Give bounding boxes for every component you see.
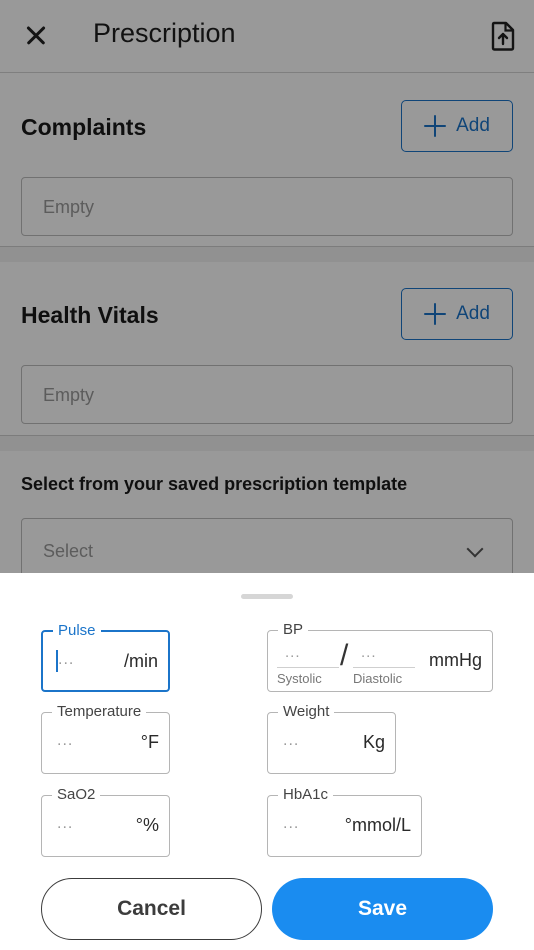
weight-unit: Kg xyxy=(362,732,385,752)
pulse-label: Pulse xyxy=(53,621,101,641)
hba1c-label: HbA1c xyxy=(278,785,334,805)
temperature-unit: °F xyxy=(140,732,159,752)
save-button[interactable]: Save xyxy=(272,878,493,940)
hba1c-unit: °mmol/L xyxy=(344,815,411,835)
bp-separator: / xyxy=(340,639,349,672)
sao2-input[interactable]: ... xyxy=(57,815,73,833)
systolic-placeholder: ... xyxy=(285,644,301,661)
weight-label: Weight xyxy=(278,702,335,722)
pulse-input[interactable]: ... xyxy=(58,651,74,669)
cancel-button[interactable]: Cancel xyxy=(41,878,262,940)
weight-field[interactable]: Weight ... Kg xyxy=(267,702,396,774)
temperature-input[interactable]: ... xyxy=(57,732,73,750)
diastolic-label: Diastolic xyxy=(353,671,403,686)
pulse-field[interactable]: Pulse ... /min xyxy=(41,621,170,692)
temperature-label: Temperature xyxy=(52,702,147,722)
bp-field[interactable]: BP ... Systolic / ... Diastolic mmHg xyxy=(267,620,493,692)
systolic-label: Systolic xyxy=(277,671,322,686)
hba1c-input[interactable]: ... xyxy=(283,815,299,833)
pulse-unit: /min xyxy=(123,651,158,671)
temperature-field[interactable]: Temperature ... °F xyxy=(41,702,170,774)
vitals-bottom-sheet: Pulse ... /min BP ... Systolic / ... Dia… xyxy=(0,573,534,950)
weight-input[interactable]: ... xyxy=(283,732,299,750)
sao2-unit: °% xyxy=(135,815,159,835)
systolic-input[interactable]: ... xyxy=(277,642,339,668)
sao2-field[interactable]: SaO2 ... °% xyxy=(41,785,170,857)
sao2-label: SaO2 xyxy=(52,785,101,805)
drag-handle[interactable] xyxy=(241,594,293,599)
bp-unit: mmHg xyxy=(429,650,482,670)
hba1c-field[interactable]: HbA1c ... °mmol/L xyxy=(267,785,422,857)
diastolic-placeholder: ... xyxy=(361,644,377,661)
bp-label: BP xyxy=(278,620,309,640)
diastolic-input[interactable]: ... xyxy=(353,642,415,668)
